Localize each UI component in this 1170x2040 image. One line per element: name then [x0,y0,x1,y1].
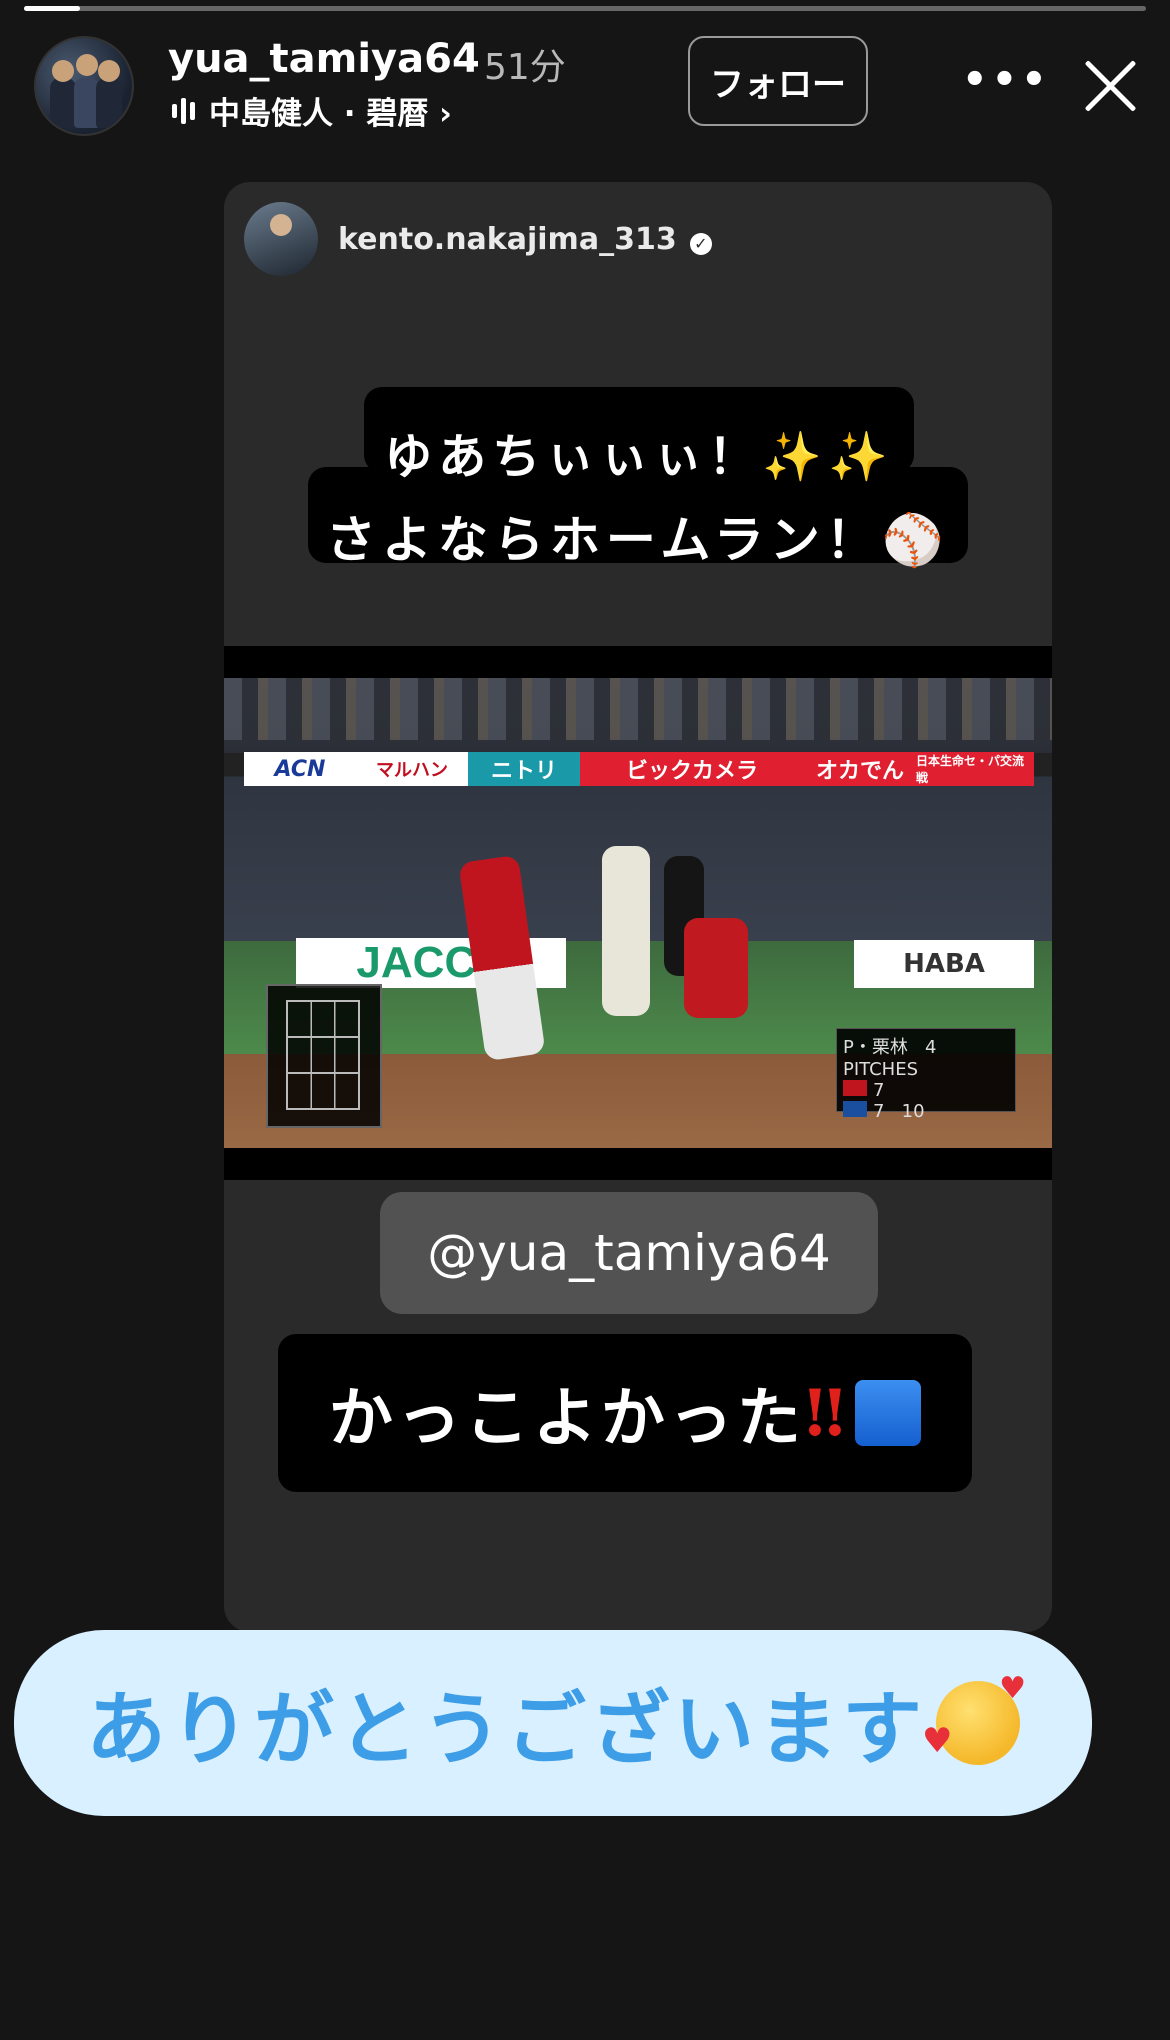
score-carp: 7 [873,1080,885,1101]
music-info[interactable]: 中島健人 · 碧暦 › [172,88,452,133]
shared-post-header: kento.nakajima_313 ✓ [244,202,712,276]
score-inning: 10 [901,1101,925,1122]
ad-maruhan: マルハン [356,752,468,786]
batter [602,846,650,1016]
music-label: 中島健人 · 碧暦 › [209,96,452,132]
story-progress-bar [24,6,1146,11]
avatar[interactable] [34,36,134,136]
blue-square-icon [855,1380,922,1446]
close-icon[interactable] [1080,56,1140,116]
score-pitcher: P・栗林 [843,1037,908,1058]
ad-interleague: 日本生命セ・パ交流戦 [916,752,1034,786]
audio-bars-icon [172,97,195,125]
reply-text-sticker: ありがとうございます [14,1630,1092,1816]
strike-zone-overlay [266,984,382,1128]
catcher [684,918,748,1018]
shared-story-card[interactable]: kento.nakajima_313 ✓ ゆあちぃぃぃ！✨✨ さよならホームラン… [224,182,1052,1632]
story-progress-fill [24,6,81,11]
ad-nitori: ニトリ [468,752,580,786]
caption-bubble-2: かっこよかった ‼ [278,1334,972,1492]
story-header: yua_tamiya64 51分 中島健人 · 碧暦 › フォロー ••• [0,26,1170,146]
score-fighters: 7 [873,1101,885,1122]
ad-biccamera: ビックカメラ [580,752,804,786]
more-options-icon[interactable]: ••• [962,60,1051,100]
ad-banner-row: ACN マルハン ニトリ ビックカメラ オカでん 日本生命セ・パ交流戦 [244,752,1034,786]
smiling-face-with-hearts-icon [922,1671,1030,1765]
caption-line-1: ゆあちぃぃぃ！✨✨ [384,429,894,485]
caption-2-text: かっこよかった [328,1381,805,1456]
ad-acn: ACN [244,752,356,786]
crowd [224,678,1052,740]
post-time: 51分 [484,47,566,88]
mention-sticker[interactable]: @yua_tamiya64 [380,1192,878,1314]
username[interactable]: yua_tamiya64 [168,36,480,82]
follow-button[interactable]: フォロー [688,36,868,126]
caption-line-2: さよならホームラン！⚾ [325,510,951,569]
ad-haba: HABA [854,940,1034,988]
ad-okaden: オカでん [804,752,916,786]
verified-badge-icon: ✓ [689,233,712,255]
reply-text: ありがとうございます [86,1683,926,1776]
baseball-video-frame[interactable]: ACN マルハン ニトリ ビックカメラ オカでん 日本生命セ・パ交流戦 JACC… [224,646,1052,1180]
ballpark-scene: ACN マルハン ニトリ ビックカメラ オカでん 日本生命セ・パ交流戦 JACC… [224,678,1052,1148]
scoreboard-overlay: P・栗林 4 PITCHES 7 7 10 [836,1028,1016,1122]
double-exclamation-icon: ‼ [804,1375,850,1451]
shared-post-avatar [244,202,318,276]
shared-post-username: kento.nakajima_313 [338,221,677,257]
